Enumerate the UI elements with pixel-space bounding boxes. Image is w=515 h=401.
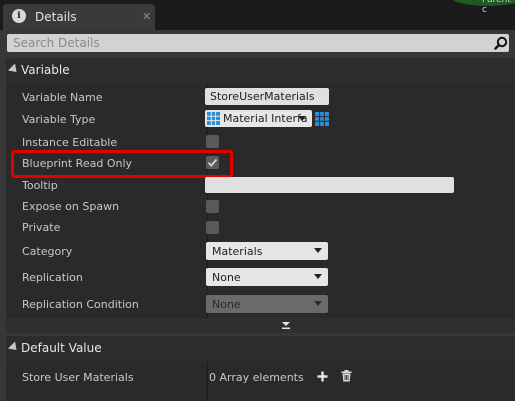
instance-editable-checkbox[interactable] [206,135,219,148]
replication-condition-value: None [212,298,241,311]
column-divider[interactable] [207,362,208,401]
array-elements-count: 0 Array elements [209,371,304,384]
row-label-tooltip: Tooltip [22,179,58,192]
tab-details[interactable]: i Details ✕ [3,4,155,30]
tab-bar: Parent c i Details ✕ [0,0,515,30]
array-grid-icon [207,112,220,125]
row-label-expose-on-spawn: Expose on Spawn [22,200,120,213]
replication-value: None [212,271,241,284]
info-details-icon: i [12,9,26,23]
row-label-private: Private [22,221,61,234]
advanced-expander[interactable] [6,318,515,333]
replication-dropdown[interactable]: None [206,268,328,286]
collapse-triangle-icon[interactable] [7,63,21,76]
corner-text: Parent c [482,0,511,15]
variable-type-value: Material Interfa [223,112,308,125]
expose-on-spawn-checkbox[interactable] [206,200,219,213]
row-label-store-user-materials: Store User Materials [22,371,134,384]
chevron-down-icon [314,248,322,253]
replication-condition-dropdown[interactable]: None [206,295,328,313]
tab-title: Details [35,10,77,24]
expand-down-icon [282,322,290,329]
highlight-box [11,150,233,178]
category-dropdown[interactable]: Materials [206,242,328,260]
variable-type-dropdown[interactable]: Material Interfa [205,110,312,127]
section-title: Default Value [21,341,102,355]
private-checkbox[interactable] [206,221,219,234]
collapse-triangle-icon[interactable] [7,341,21,354]
variable-name-value: StoreUserMaterials [210,90,315,103]
close-icon[interactable]: ✕ [142,10,151,23]
search-input[interactable] [13,35,483,51]
section-header-variable[interactable]: Variable [6,58,515,84]
row-label-instance-editable: Instance Editable [22,136,118,149]
chevron-down-icon [314,301,322,306]
row-label-replication-condition: Replication Condition [22,298,139,311]
add-element-icon[interactable] [317,371,328,382]
search-box [7,34,509,52]
row-label-variable-type: Variable Type [22,113,96,126]
trash-icon[interactable] [341,370,352,382]
row-label-category: Category [22,245,73,258]
chevron-down-icon [298,116,306,121]
variable-name-input[interactable]: StoreUserMaterials [205,88,329,105]
section-title: Variable [21,63,70,77]
row-label-variable-name: Variable Name [22,91,103,104]
chevron-down-icon [314,274,322,279]
section-header-default-value[interactable]: Default Value [6,336,515,362]
container-type-icon[interactable] [315,112,329,126]
search-icon[interactable] [494,36,508,50]
tooltip-input[interactable] [205,177,454,193]
category-value: Materials [212,245,263,258]
row-label-replication: Replication [22,271,83,284]
